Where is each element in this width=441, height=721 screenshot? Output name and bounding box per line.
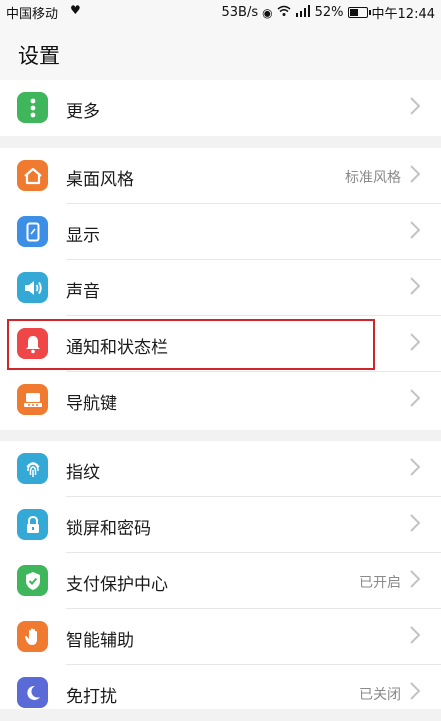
shield-check-icon [17, 565, 48, 596]
hand-icon [17, 621, 48, 652]
chevron-right-icon [410, 458, 421, 476]
settings-item-fingerprint[interactable]: 指纹 [0, 441, 441, 497]
chevron-right-icon [410, 97, 421, 115]
settings-item-label: 指纹 [66, 463, 100, 483]
settings-item-sound[interactable]: 声音 [0, 260, 441, 316]
settings-item-label: 支付保护中心 [66, 575, 168, 595]
settings-item-label: 桌面风格 [66, 170, 134, 190]
settings-item-label: 锁屏和密码 [66, 519, 151, 539]
carrier-name: 中国移动 [6, 7, 59, 22]
settings-item-label: 导航键 [66, 394, 117, 414]
moon-icon [17, 677, 48, 708]
settings-item-label: 智能辅助 [66, 631, 134, 651]
wifi-icon [277, 5, 291, 20]
heart-icon: ♥ [70, 3, 81, 17]
settings-item-value: 已关闭 [359, 687, 401, 703]
signal-icon [295, 5, 311, 20]
more-dots-icon [17, 92, 48, 123]
settings-item-navigation-keys[interactable]: 导航键 [0, 372, 441, 428]
chevron-right-icon [410, 514, 421, 532]
chevron-right-icon [410, 570, 421, 588]
status-bar: 中国移动 ♥ 53B/s ◉ 52% 中午12:44 [0, 0, 441, 22]
settings-group-more: 更多 [0, 80, 441, 136]
settings-item-label: 显示 [66, 226, 100, 246]
chevron-right-icon [410, 333, 421, 351]
page-header: 设置 [0, 22, 441, 80]
settings-item-lockscreen-password[interactable]: 锁屏和密码 [0, 497, 441, 553]
navigation-keys-icon [17, 384, 48, 415]
chevron-right-icon [410, 165, 421, 183]
battery-percent: 52% [314, 5, 344, 20]
speaker-icon [17, 272, 48, 303]
network-speed: 53B/s [221, 5, 259, 20]
chevron-right-icon [410, 389, 421, 407]
settings-group-security: 指纹 锁屏和密码 支付保护中心 已开启 智能辅助 免打扰 已关闭 [0, 441, 441, 709]
chevron-right-icon [410, 626, 421, 644]
settings-item-do-not-disturb[interactable]: 免打扰 已关闭 [0, 665, 441, 721]
settings-item-payment-protection[interactable]: 支付保护中心 已开启 [0, 553, 441, 609]
clock: 中午12:44 [371, 7, 435, 22]
settings-item-label: 免打扰 [66, 687, 117, 707]
settings-item-smart-assist[interactable]: 智能辅助 [0, 609, 441, 665]
settings-group-display: 桌面风格 标准风格 显示 声音 通知和状态栏 导航键 [0, 148, 441, 430]
phone-display-icon [17, 216, 48, 247]
chevron-right-icon [410, 277, 421, 295]
chevron-right-icon [410, 682, 421, 700]
eye-icon: ◉ [262, 5, 273, 20]
settings-item-display[interactable]: 显示 [0, 204, 441, 260]
lock-icon [17, 509, 48, 540]
settings-item-label: 更多 [66, 102, 100, 122]
settings-item-value: 标准风格 [345, 170, 401, 186]
settings-item-desktop-style[interactable]: 桌面风格 标准风格 [0, 148, 441, 204]
chevron-right-icon [410, 221, 421, 239]
settings-item-more[interactable]: 更多 [0, 80, 441, 136]
settings-item-label: 声音 [66, 282, 100, 302]
settings-item-value: 已开启 [359, 575, 401, 591]
battery-icon [347, 7, 371, 18]
highlight-box [7, 319, 375, 370]
page-title: 设置 [18, 44, 60, 68]
fingerprint-icon [17, 453, 48, 484]
home-icon [17, 160, 48, 191]
